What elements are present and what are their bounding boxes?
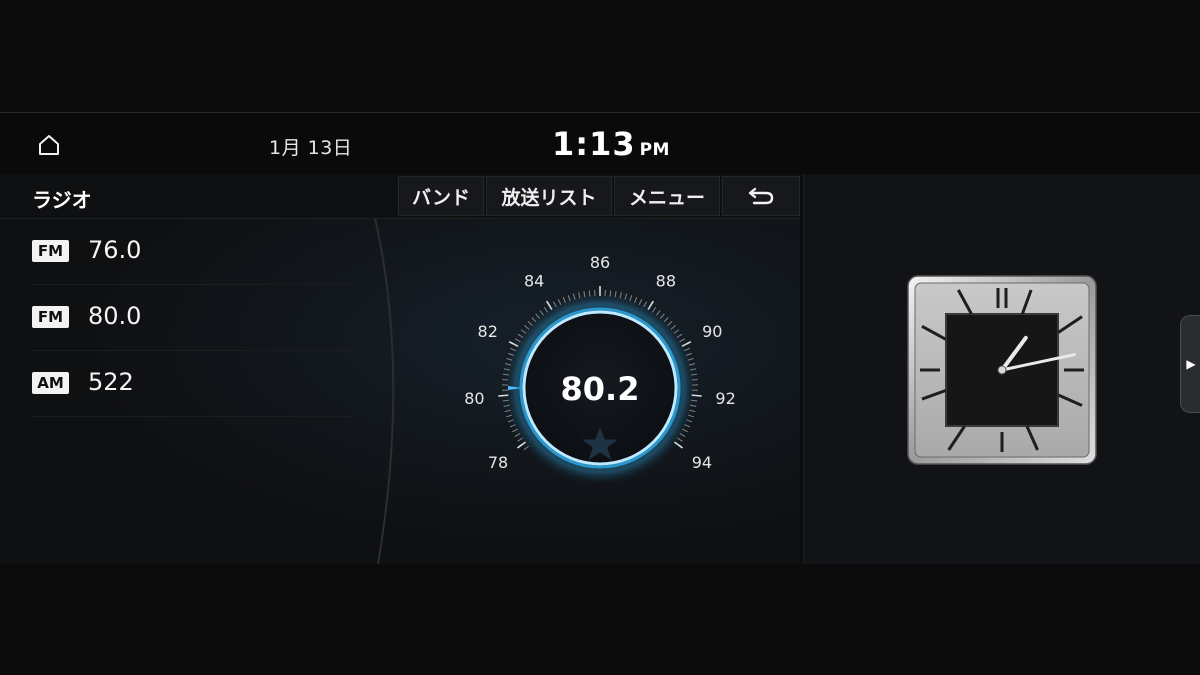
dial-scale-label: 82 <box>478 322 498 341</box>
dial-scale-label: 88 <box>656 272 676 291</box>
band-badge: FM <box>32 240 69 262</box>
preset-frequency: 76.0 <box>88 236 142 264</box>
preset-item[interactable]: FM 76.0 <box>32 218 352 285</box>
clock-center-pin <box>997 365 1007 375</box>
analog-clock <box>906 274 1098 466</box>
ampm-text: PM <box>639 140 670 160</box>
station-list-button[interactable]: 放送リスト <box>486 176 612 216</box>
home-icon <box>39 135 59 155</box>
preset-frequency: 522 <box>88 368 134 396</box>
status-bar: 1月 13日 1:13 PM <box>0 113 1200 174</box>
page-title: ラジオ <box>32 188 92 212</box>
title-bar: ラジオ バンド 放送リスト メニュー <box>0 174 800 219</box>
time-display: 1:13 PM <box>552 125 670 163</box>
dial-scale-label: 90 <box>702 322 722 341</box>
radio-panel: ラジオ バンド 放送リスト メニュー FM 76.0 FM 80.0 AM 52… <box>0 174 800 564</box>
dial-scale-label: 94 <box>692 453 712 472</box>
infotainment-screen: 1月 13日 1:13 PM ラジオ バンド 放送リスト メニュー FM 76.… <box>0 112 1200 564</box>
preset-item[interactable]: FM 80.0 <box>32 284 352 351</box>
band-button[interactable]: バンド <box>398 176 484 216</box>
menu-button[interactable]: メニュー <box>614 176 720 216</box>
tuner-dial-graphic: 78 80 82 84 86 88 90 92 94 80.2 <box>464 253 736 486</box>
home-button[interactable] <box>36 133 62 157</box>
clock-widget-panel: ▶ <box>803 174 1200 564</box>
band-badge: FM <box>32 306 69 328</box>
dial-scale-label: 84 <box>524 272 544 291</box>
preset-item[interactable]: AM 522 <box>32 350 352 417</box>
time-text: 1:13 <box>552 125 636 163</box>
side-panel-toggle[interactable]: ▶ <box>1180 315 1200 413</box>
dial-scale-label: 78 <box>488 453 508 472</box>
back-button[interactable] <box>722 176 800 216</box>
chevron-right-icon: ▶ <box>1186 357 1196 371</box>
dial-scale-label: 86 <box>590 253 610 272</box>
band-badge: AM <box>32 372 69 394</box>
dial-scale-label: 80 <box>464 389 484 408</box>
date-text: 1月 13日 <box>269 137 353 159</box>
preset-frequency: 80.0 <box>88 302 142 330</box>
analog-clock-face <box>907 275 1097 465</box>
current-frequency: 80.2 <box>561 370 640 408</box>
dial-scale-label: 92 <box>715 389 735 408</box>
tuner-dial[interactable]: 78 80 82 84 86 88 90 92 94 80.2 <box>440 228 760 548</box>
back-arrow-icon <box>748 187 774 205</box>
